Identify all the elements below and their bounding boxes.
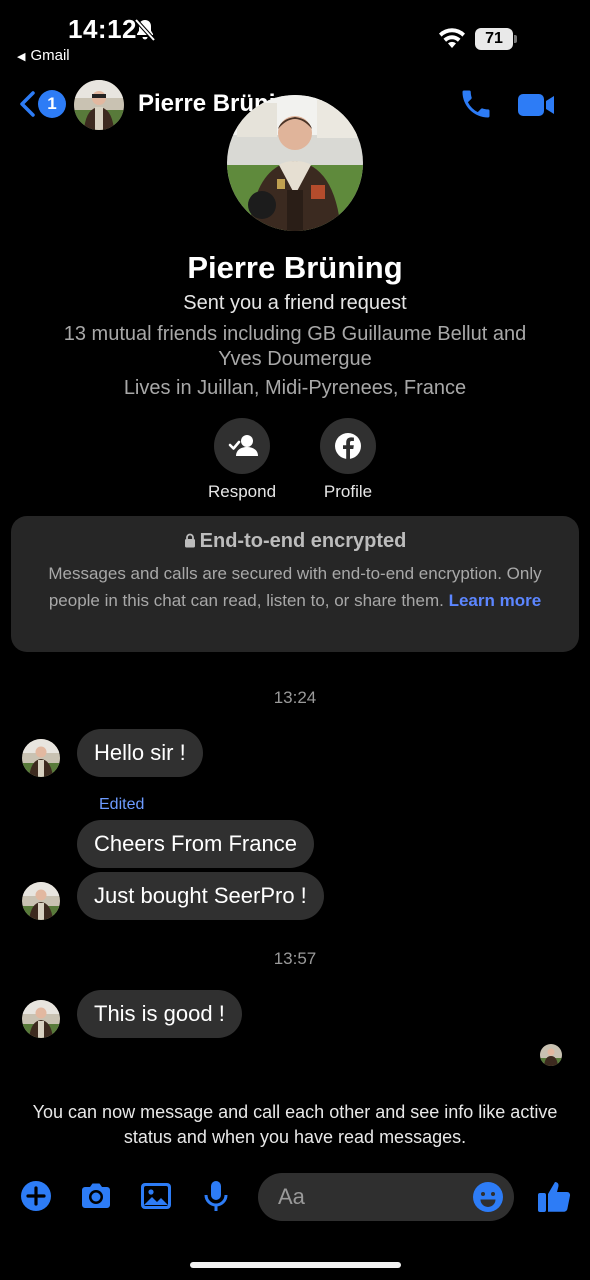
- location-text: Lives in Juillan, Midi-Pyrenees, France: [123, 377, 467, 399]
- profile-photo[interactable]: [227, 95, 363, 231]
- wifi-icon: [439, 28, 465, 48]
- back-button[interactable]: 1: [18, 88, 66, 120]
- encryption-notice: End-to-end encrypted Messages and calls …: [11, 516, 579, 652]
- respond-friend-icon: [228, 435, 258, 456]
- respond-button[interactable]: Respond: [187, 418, 297, 502]
- unread-count-badge: 1: [38, 90, 66, 118]
- sender-avatar[interactable]: [22, 1000, 60, 1038]
- video-call-icon[interactable]: [516, 90, 556, 120]
- message-input-placeholder: Aa: [278, 1184, 305, 1209]
- profile-label: Profile: [323, 482, 373, 501]
- friend-request-text: Sent you a friend request: [183, 292, 407, 314]
- battery-indicator: 71: [475, 28, 517, 50]
- message-bubble[interactable]: Hello sir !: [77, 729, 203, 777]
- message-bubble[interactable]: This is good !: [77, 990, 242, 1038]
- respond-label: Respond: [207, 482, 277, 501]
- chevron-left-icon: [20, 91, 35, 117]
- info-note: You can now message and call each other …: [32, 1102, 558, 1147]
- messenger-chat-screen: 14:12 ◀ Gmail 71 1 Pierre Brüning Pierre…: [0, 0, 590, 1280]
- sender-avatar[interactable]: [22, 882, 60, 920]
- encryption-title: End-to-end encrypted: [199, 530, 407, 552]
- camera-icon[interactable]: [78, 1178, 114, 1214]
- learn-more-link[interactable]: Learn more: [449, 591, 542, 610]
- thumbs-up-icon[interactable]: [534, 1176, 574, 1216]
- emoji-icon[interactable]: [472, 1181, 504, 1213]
- message-bubble[interactable]: Just bought SeerPro !: [77, 872, 324, 920]
- back-to-app-link[interactable]: ◀ Gmail: [17, 47, 70, 64]
- microphone-icon[interactable]: [198, 1178, 234, 1214]
- profile-button[interactable]: Profile: [293, 418, 403, 502]
- status-bar: 14:12 ◀ Gmail 71: [0, 0, 590, 70]
- message-bubble[interactable]: Cheers From France: [77, 820, 314, 868]
- profile-name: Pierre Brüning: [187, 250, 403, 285]
- bell-off-icon: [134, 18, 156, 42]
- phone-call-icon[interactable]: [458, 86, 494, 122]
- home-indicator[interactable]: [190, 1262, 401, 1268]
- lock-icon: [184, 533, 195, 548]
- status-time: 14:12: [68, 14, 137, 44]
- gallery-icon[interactable]: [138, 1178, 174, 1214]
- plus-icon[interactable]: [18, 1178, 54, 1214]
- message-input[interactable]: Aa: [258, 1173, 514, 1221]
- battery-level: 71: [475, 28, 513, 50]
- back-triangle-icon: ◀: [17, 51, 26, 63]
- facebook-icon: [335, 433, 361, 459]
- mutual-friends-text: 13 mutual friends including GB Guillaume…: [63, 323, 527, 370]
- sender-avatar[interactable]: [22, 739, 60, 777]
- message-composer: Aa: [0, 1162, 590, 1232]
- back-app-label: Gmail: [30, 47, 70, 64]
- timestamp: 13:57: [273, 949, 317, 968]
- seen-receipt-avatar: [540, 1044, 562, 1066]
- edited-label: Edited: [99, 796, 145, 813]
- contact-avatar[interactable]: [74, 80, 124, 130]
- timestamp: 13:24: [273, 688, 317, 707]
